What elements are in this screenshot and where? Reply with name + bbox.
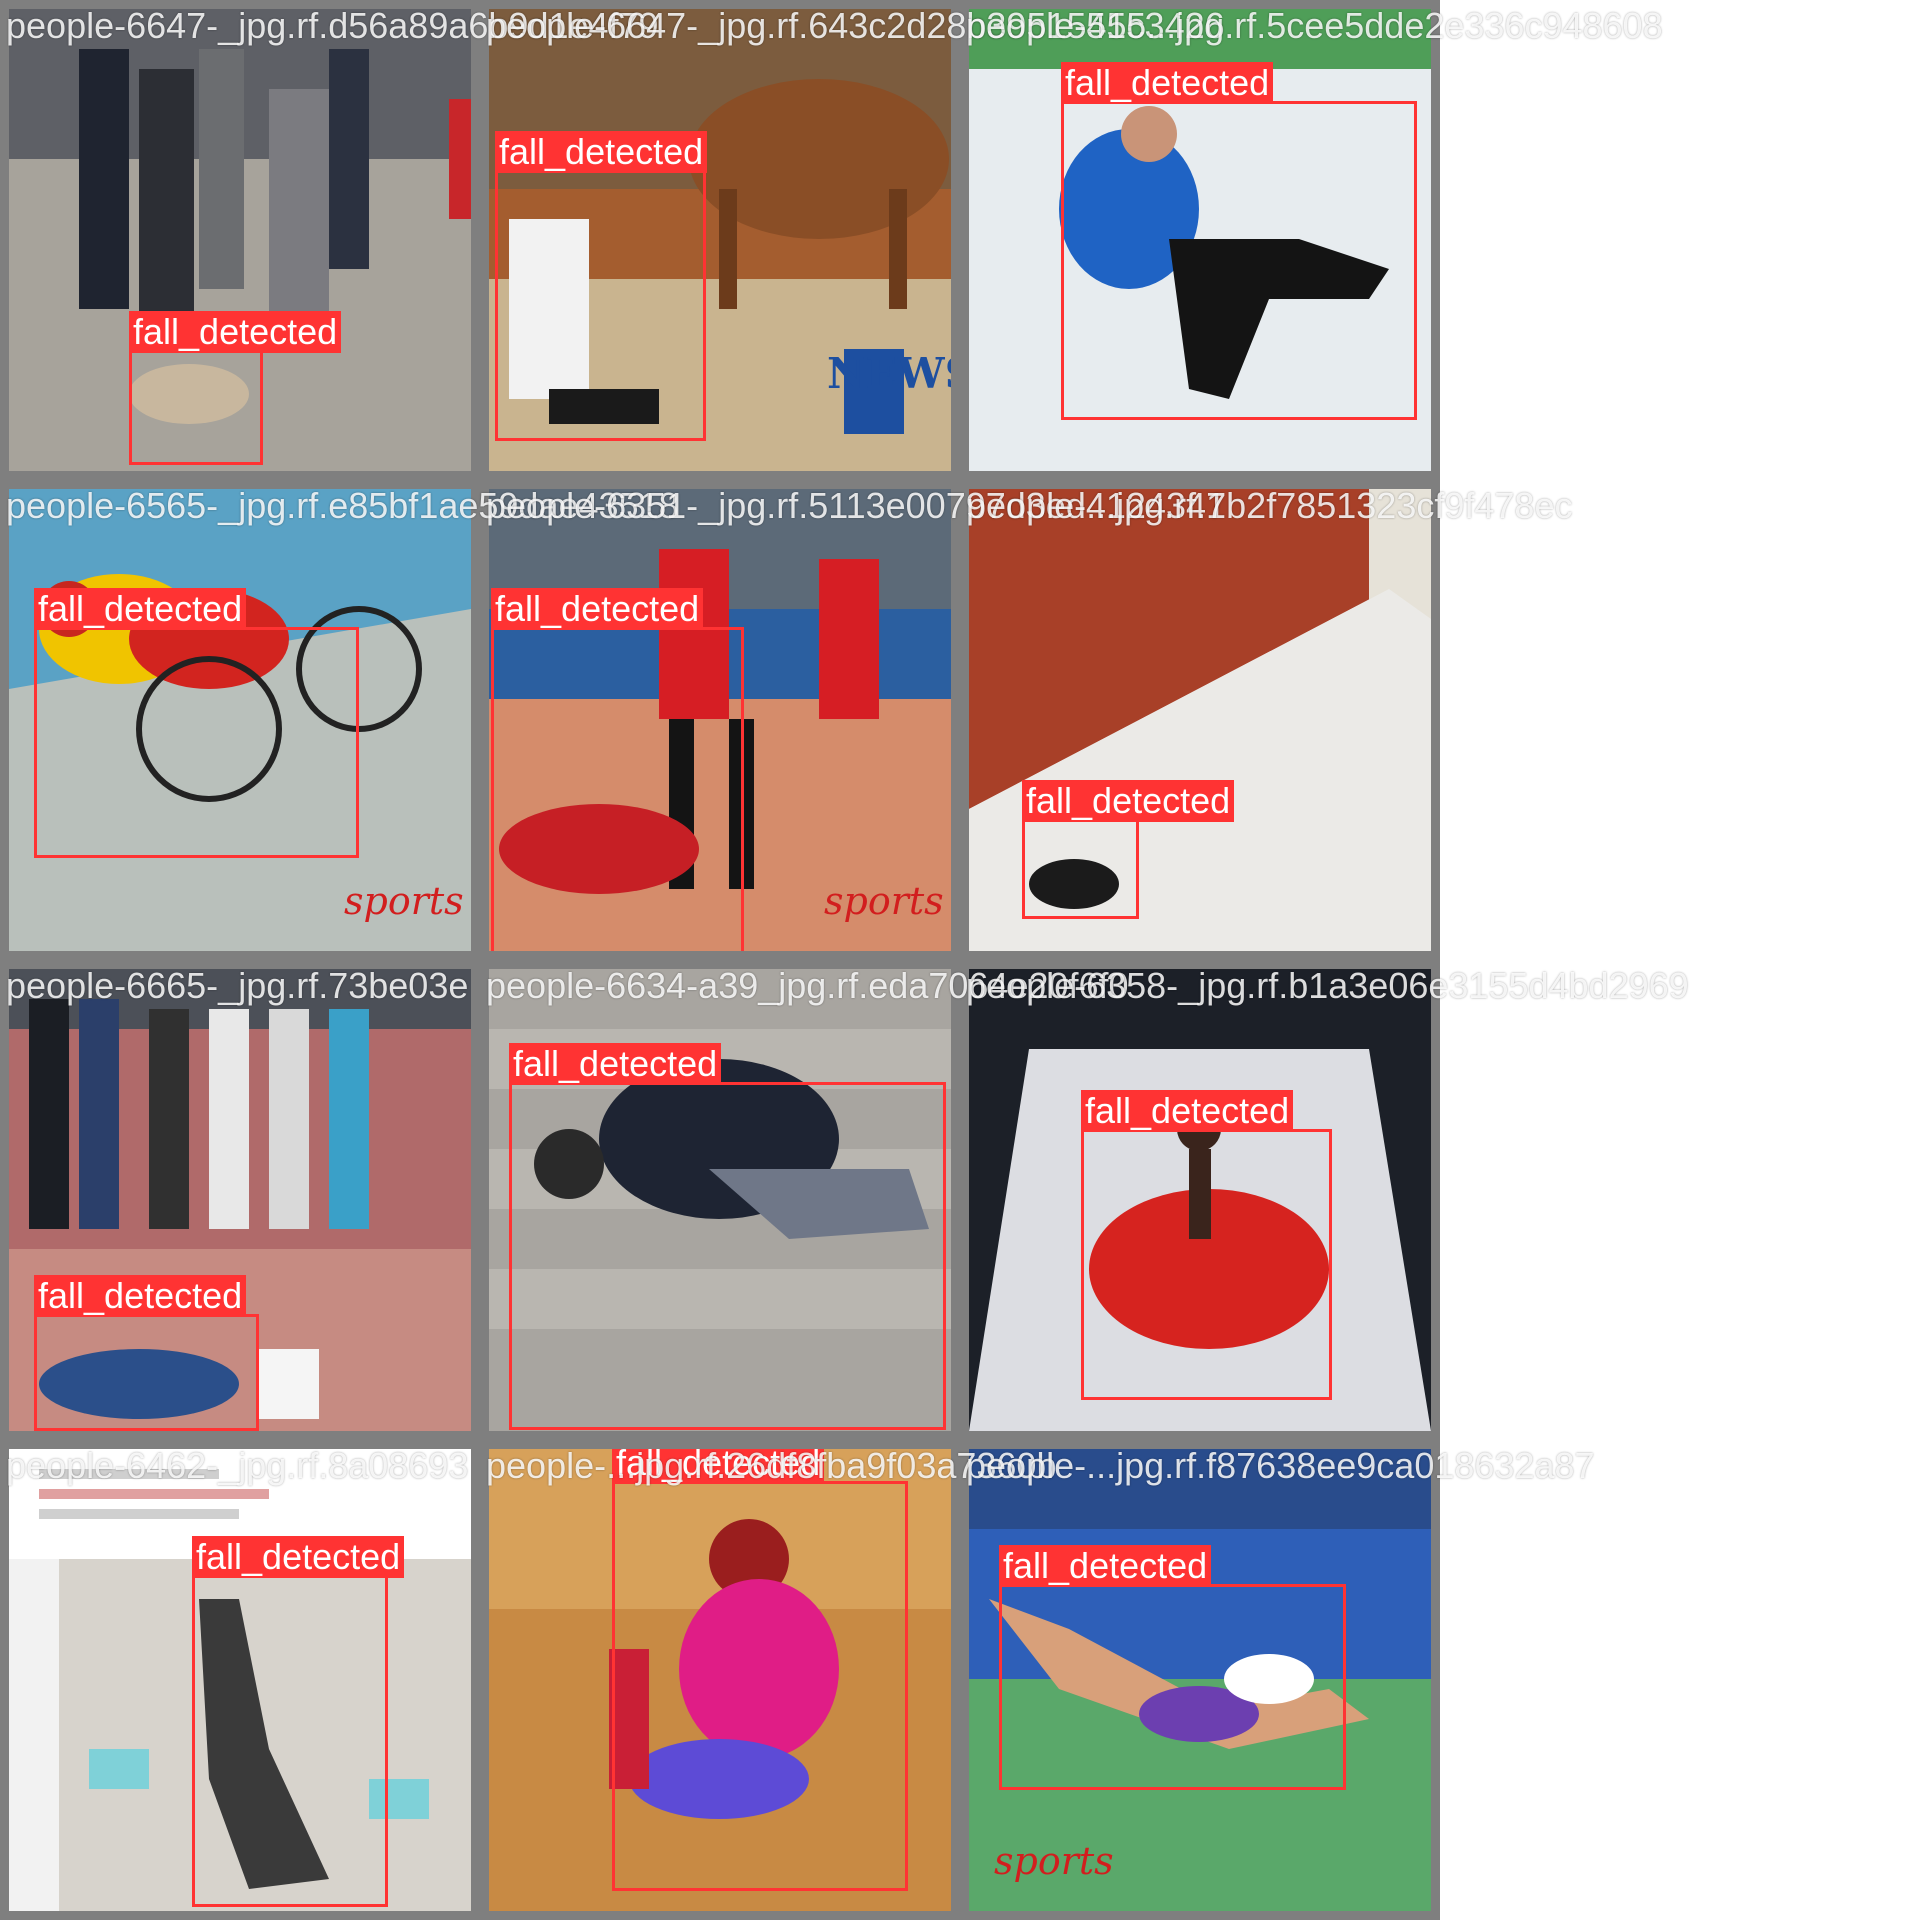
photo-stairs-fall: fall_detected xyxy=(489,969,951,1431)
detection-box: fall_detected xyxy=(34,588,359,858)
mosaic-tile-10: fall_detected people-6462-_jpg.rf.8a0869… xyxy=(0,1440,480,1920)
detection-label: fall_detected xyxy=(34,588,247,630)
photo-crowd-street: fall_detected xyxy=(9,9,471,471)
mosaic-tile-2: fall_detected NEWS people-6647-_jpg.rf.6… xyxy=(480,0,1225,480)
sports-watermark: sports xyxy=(824,879,944,923)
detection-box: fall_detected xyxy=(495,131,708,441)
detection-label: fall_detected xyxy=(34,1275,247,1317)
photo-cyclist-crash: fall_detected sports xyxy=(9,489,471,951)
photo-rollerblader-fall: fall_detected xyxy=(489,1449,951,1911)
detection-label: fall_detected xyxy=(491,588,704,630)
detection-label: fall_detected xyxy=(1022,780,1235,822)
photo-volleyball-fall: fall_detected sports xyxy=(489,489,951,951)
mosaic-tile-4: fall_detected sports people-6565-_jpg.rf… xyxy=(0,480,679,960)
detection-label: fall_detected xyxy=(1081,1090,1294,1132)
detection-box: fall_detected xyxy=(491,588,744,951)
image-filename: people-6462-_jpg.rf.8a08693 xyxy=(6,1445,469,1486)
photo-crowd-plaza: fall_detected xyxy=(9,969,471,1431)
detection-box: fall_detected xyxy=(999,1545,1346,1790)
detection-box: fall_detected xyxy=(192,1536,405,1907)
image-filename: people-6358-_jpg.rf.b1a3e06e3155d4bd2969 xyxy=(966,965,1689,1006)
image-filename: people-...jpg.rf.f87638ee9ca018632a87 xyxy=(966,1445,1595,1486)
image-filename: people-...jpg.rf.7b2f7851323cf9f478ec xyxy=(966,485,1573,526)
detection-label: fall_detected xyxy=(509,1043,722,1085)
mosaic-tile-3: fall_detected people-515...jpg.rf.5cee5d… xyxy=(960,0,1663,480)
detection-box: fall_detected xyxy=(34,1275,259,1431)
photo-skater-fall: fall_detected xyxy=(969,9,1431,471)
image-filename: people-6665-_jpg.rf.73be03e xyxy=(6,965,469,1006)
detection-box: fall_detected xyxy=(612,1449,908,1891)
sports-watermark: sports xyxy=(994,1839,1114,1883)
photo-social-post-stairs: fall_detected xyxy=(9,1449,471,1911)
mosaic-tile-6: fall_detected people-...jpg.rf.7b2f78513… xyxy=(960,480,1572,960)
mosaic-tile-12: fall_detected sports people-...jpg.rf.f8… xyxy=(960,1440,1595,1920)
mosaic-tile-8: fall_detected people-6634-a39_jpg.rf.eda… xyxy=(480,960,1129,1440)
mosaic-tile-1: fall_detected people-6647-_jpg.rf.d56a89… xyxy=(0,0,659,480)
detection-box: fall_detected xyxy=(509,1043,946,1430)
detection-label: fall_detected xyxy=(999,1545,1212,1587)
mosaic-tile-9: fall_detected people-6358-_jpg.rf.b1a3e0… xyxy=(960,960,1689,1440)
detection-box: fall_detected xyxy=(1061,62,1417,420)
detection-label: fall_detected xyxy=(129,311,342,353)
mosaic-tile-5: fall_detected sports people-6351-_jpg.rf… xyxy=(480,480,1226,960)
detection-label: fall_detected xyxy=(192,1536,405,1578)
detection-box: fall_detected xyxy=(1081,1090,1332,1400)
detection-box: fall_detected xyxy=(1022,780,1235,919)
photo-snow-fall: fall_detected xyxy=(969,489,1431,951)
photo-badminton-fall: fall_detected sports xyxy=(969,1449,1431,1911)
news-watermark: NEWS xyxy=(827,349,951,398)
detection-box: fall_detected xyxy=(129,311,342,465)
detection-label: fall_detected xyxy=(495,131,708,173)
photo-horse-rider-fall: fall_detected NEWS xyxy=(489,9,951,471)
photo-runway-fall: fall_detected xyxy=(969,969,1431,1431)
detection-label: fall_detected xyxy=(1061,62,1274,104)
sports-watermark: sports xyxy=(344,879,464,923)
mosaic-tile-11: fall_detected people-...jpg.rf.26df8fba9… xyxy=(480,1440,1056,1920)
image-filename: people-515...jpg.rf.5cee5dde2e336c948608 xyxy=(966,5,1663,46)
mosaic-tile-7: fall_detected people-6665-_jpg.rf.73be03… xyxy=(0,960,480,1440)
